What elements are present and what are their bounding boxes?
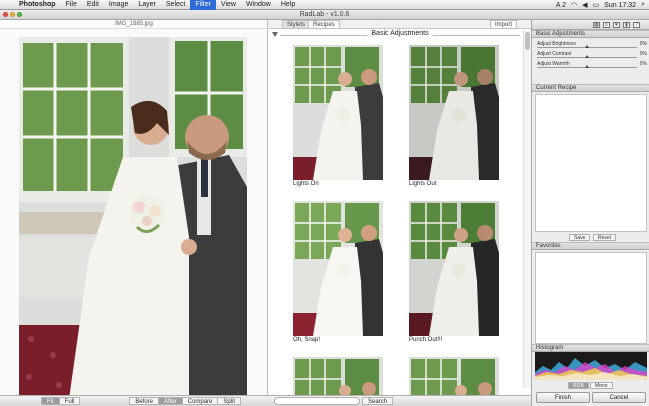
fit-button[interactable]: Fit: [41, 397, 60, 405]
browser-tabs: Stylets Recipes Import: [268, 20, 531, 29]
window-title: RadLab - v1.0.6: [299, 11, 350, 18]
window-title-bar: RadLab - v1.0.6: [0, 10, 649, 20]
finish-button[interactable]: Finish: [536, 392, 590, 403]
menu-edit[interactable]: Edit: [82, 0, 104, 10]
adjust-brightness-row[interactable]: Adjust Brightness 0%: [532, 41, 649, 50]
menu-filter[interactable]: Filter: [190, 0, 216, 10]
compare-button[interactable]: Compare: [181, 397, 219, 405]
adjust-contrast-slider[interactable]: [585, 55, 589, 58]
menu-layer[interactable]: Layer: [133, 0, 161, 10]
menu-app[interactable]: Photoshop: [14, 0, 61, 10]
battery-icon[interactable]: ▭: [593, 1, 600, 9]
menu-file[interactable]: File: [61, 0, 82, 10]
adjust-warmth-row[interactable]: Adjust Warmth 0%: [532, 61, 649, 70]
search-button[interactable]: Search: [362, 397, 394, 405]
tab-recipes[interactable]: Recipes: [308, 20, 340, 29]
basic-adjustments-header: Basic Adjustments: [532, 30, 649, 38]
adjust-brightness-value: 0%: [639, 41, 647, 47]
section-header: Basic Adjustments: [280, 30, 520, 40]
status-area: A 2 ◠ ◀ ▭ Sun 17:32 ⌕: [556, 0, 645, 10]
rgb-toggle[interactable]: RGB: [568, 382, 589, 389]
adjust-contrast-row[interactable]: Adjust Contrast 0%: [532, 51, 649, 60]
tab-stylets[interactable]: Stylets: [282, 20, 311, 29]
favorites-header: Favorites: [532, 242, 649, 250]
thumb-label-lights-on[interactable]: Lights On: [293, 181, 319, 187]
preview-toolbar: Fit Full Before After Compare Split: [0, 395, 268, 406]
preview-pane: IMG_1885.jpg: [0, 20, 268, 406]
preview-photo[interactable]: [19, 37, 247, 399]
histogram-header: Histogram: [532, 344, 649, 352]
menu-image[interactable]: Image: [104, 0, 133, 10]
scrollbar-knob[interactable]: [525, 32, 530, 50]
search-input[interactable]: [274, 397, 360, 405]
current-recipe-list[interactable]: [535, 94, 647, 232]
adjust-warmth-value: 0%: [639, 61, 647, 67]
status-flags[interactable]: A 2: [556, 2, 566, 9]
thumb-partial-2[interactable]: [409, 357, 499, 395]
spotlight-icon[interactable]: ⌕: [641, 1, 645, 9]
collapse-triangle-icon[interactable]: [272, 32, 278, 37]
menu-select[interactable]: Select: [161, 0, 190, 10]
grid-view-icon[interactable]: ▦: [593, 22, 600, 28]
section-title: Basic Adjustments: [367, 30, 433, 37]
mono-toggle[interactable]: Mono: [590, 382, 613, 389]
reset-button[interactable]: Reset: [593, 234, 617, 241]
panel-toolbar: ▦ ≡ ♥ ▮ ?: [532, 20, 649, 30]
save-button[interactable]: Save: [569, 234, 591, 241]
after-button[interactable]: After: [158, 397, 183, 405]
browser-search-bar: Search: [268, 395, 531, 406]
full-button[interactable]: Full: [58, 397, 81, 405]
thumb-label-punch-out[interactable]: Punch Out!!!: [409, 337, 442, 343]
adjust-contrast-value: 0%: [639, 51, 647, 57]
split-button[interactable]: Split: [217, 397, 242, 405]
preview-filename: IMG_1885.jpg: [0, 20, 268, 29]
cancel-button[interactable]: Cancel: [592, 392, 646, 403]
menu-help[interactable]: Help: [276, 0, 300, 10]
histogram-icon[interactable]: ▮: [623, 22, 630, 28]
thumb-lights-on[interactable]: [293, 45, 383, 180]
adjustments-panel: ▦ ≡ ♥ ▮ ? Basic Adjustments Adjust Brigh…: [531, 20, 649, 406]
current-recipe-header: Current Recipe: [532, 84, 649, 92]
adjust-brightness-slider[interactable]: [585, 45, 589, 48]
histogram-graph: [535, 352, 647, 380]
clock[interactable]: Sun 17:32: [604, 2, 636, 9]
import-button[interactable]: Import: [490, 20, 518, 29]
thumb-oh-snap[interactable]: [293, 201, 383, 336]
thumb-lights-out[interactable]: [409, 45, 499, 180]
favorites-list[interactable]: [535, 252, 647, 344]
wifi-icon[interactable]: ◠: [571, 1, 577, 9]
menu-window[interactable]: Window: [241, 0, 276, 10]
menu-view[interactable]: View: [216, 0, 241, 10]
thumb-punch-out[interactable]: [409, 201, 499, 336]
thumb-partial-1[interactable]: [293, 357, 383, 395]
menu-bar: Photoshop File Edit Image Layer Select F…: [0, 0, 649, 10]
adjust-warmth-slider[interactable]: [585, 65, 589, 68]
list-view-icon[interactable]: ≡: [603, 22, 610, 28]
thumb-label-oh-snap[interactable]: Oh, Snap!: [293, 337, 320, 343]
volume-icon[interactable]: ◀: [582, 1, 587, 9]
heart-icon[interactable]: ♥: [613, 22, 620, 28]
thumb-label-lights-out[interactable]: Lights Out: [409, 181, 436, 187]
browser-scrollbar[interactable]: [523, 30, 531, 388]
help-icon[interactable]: ?: [633, 22, 640, 28]
before-button[interactable]: Before: [129, 397, 160, 405]
